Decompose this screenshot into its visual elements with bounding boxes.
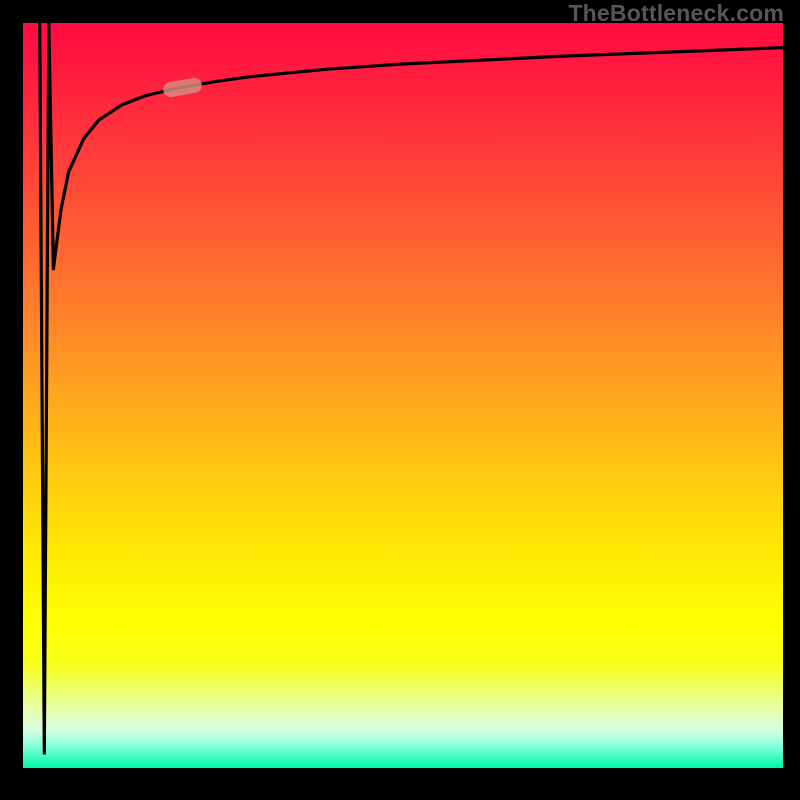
watermark-text: TheBottleneck.com xyxy=(568,0,784,27)
plot-gradient-background xyxy=(23,23,783,768)
chart-canvas: TheBottleneck.com xyxy=(0,0,800,800)
